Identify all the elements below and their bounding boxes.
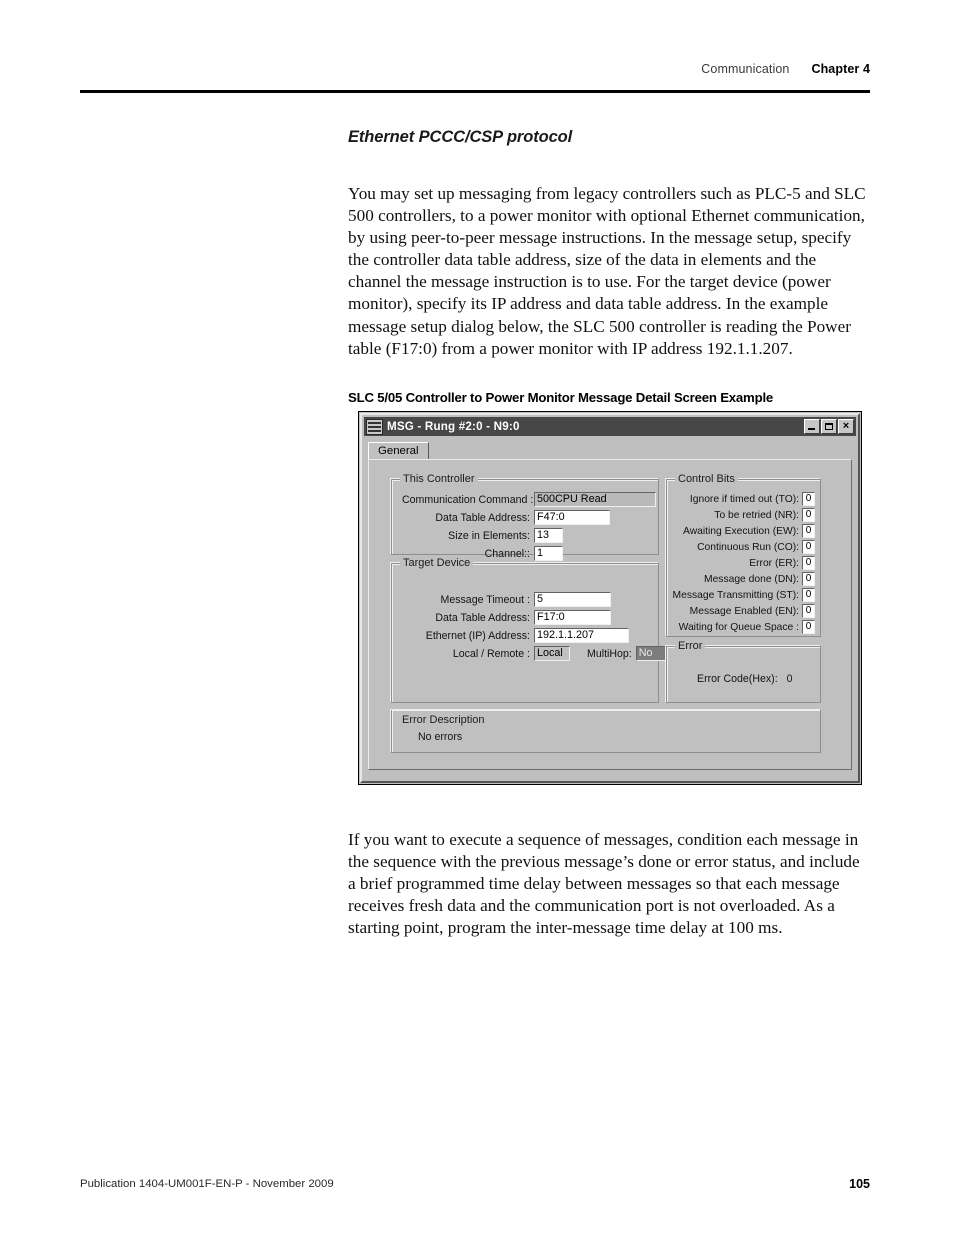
group-this-controller: This Controller Communication Command : … [391,473,659,561]
footer-page-number: 105 [849,1177,870,1191]
page-title: Ethernet PCCC/CSP protocol [348,128,573,146]
value-to-be-retried: 0 [802,508,815,522]
control-bit-row: Message Transmitting (ST): 0 [672,588,815,602]
field-ethernet-ip-address: Ethernet (IP) Address: 192.1.1.207 [402,628,629,643]
label-ethernet-ip-address: Ethernet (IP) Address: [425,629,530,642]
label-error-code: Error Code(Hex): [697,673,778,685]
field-controller-data-table-address: Data Table Address: F47:0 [402,510,610,525]
msg-block-icon [366,418,383,435]
value-communication-command: 500CPU Read [534,492,656,507]
label-message-timeout: Message Timeout : [440,593,531,606]
error-code-row: Error Code(Hex): 0 [697,673,793,685]
value-local-remote[interactable]: Local [534,646,570,661]
footer-publication: Publication 1404-UM001F-EN-P - November … [80,1178,334,1190]
header-rule [80,90,870,93]
group-title-this-controller: This Controller [400,473,478,485]
label-target-data-table-address: Data Table Address: [435,611,530,624]
input-size-in-elements[interactable]: 13 [534,528,563,543]
page-header: Communication Chapter 4 [80,62,870,96]
value-message-done: 0 [802,572,815,586]
label-to-be-retried: To be retried (NR): [714,509,799,521]
control-bit-row: Awaiting Execution (EW): 0 [672,524,815,538]
group-error: Error Error Code(Hex): 0 [666,640,821,703]
header-chapter-label: Chapter 4 [811,62,870,76]
label-controller-data-table-address: Data Table Address: [435,511,530,524]
field-multihop: MultiHop: No [587,646,668,661]
dialog-title: MSG - Rung #2:0 - N9:0 [387,420,520,433]
closing-paragraph: If you want to execute a sequence of mes… [348,829,860,938]
value-error-bit: 0 [802,556,815,570]
group-title-target-device: Target Device [400,557,474,569]
window-controls: × [804,419,854,434]
input-controller-data-table-address[interactable]: F47:0 [534,510,610,525]
control-bit-row: Continuous Run (CO): 0 [672,540,815,554]
dialog-titlebar[interactable]: MSG - Rung #2:0 - N9:0 × [364,417,856,436]
field-target-data-table-address: Data Table Address: F17:0 [402,610,611,625]
value-awaiting-execution: 0 [802,524,815,538]
input-channel[interactable]: 1 [534,546,563,561]
field-size-in-elements: Size in Elements: 13 [402,528,563,543]
intro-paragraph: You may set up messaging from legacy con… [348,184,866,358]
control-bit-row: Message Enabled (EN): 0 [672,604,815,618]
value-message-enabled: 0 [802,604,815,618]
group-title-error: Error [675,640,706,652]
group-title-control-bits: Control Bits [675,473,738,485]
figure-caption: SLC 5/05 Controller to Power Monitor Mes… [348,389,774,405]
label-local-remote: Local / Remote : [452,647,530,660]
label-message-transmitting: Message Transmitting (ST): [672,589,799,601]
control-bit-row: Ignore if timed out (TO): 0 [672,492,815,506]
dialog-tabstrip: General [368,441,852,461]
close-button[interactable]: × [838,419,854,434]
msg-detail-dialog: MSG - Rung #2:0 - N9:0 × General This Co… [358,411,862,785]
label-error-bit: Error (ER): [749,557,799,569]
maximize-button[interactable] [821,419,837,434]
label-size-in-elements: Size in Elements: [448,529,530,542]
value-waiting-for-queue-space: 0 [802,620,815,634]
input-message-timeout[interactable]: 5 [534,592,611,607]
field-communication-command: Communication Command : 500CPU Read [402,492,656,507]
group-error-description: Error Description No errors [391,710,821,753]
label-continuous-run: Continuous Run (CO): [697,541,799,553]
control-bit-row: To be retried (NR): 0 [672,508,815,522]
minimize-button[interactable] [804,419,820,434]
value-ignore-if-timed-out: 0 [802,492,815,506]
label-ignore-if-timed-out: Ignore if timed out (TO): [689,493,799,505]
control-bit-row: Waiting for Queue Space : 0 [672,620,815,634]
header-section-label: Communication [701,62,790,76]
field-message-timeout: Message Timeout : 5 [402,592,611,607]
value-message-transmitting: 0 [802,588,815,602]
control-bit-row: Error (ER): 0 [672,556,815,570]
group-target-device: Target Device Message Timeout : 5 Data T… [391,557,668,703]
error-description-text: No errors [418,731,463,743]
input-ethernet-ip-address[interactable]: 192.1.1.207 [534,628,629,643]
value-multihop[interactable]: No [635,646,668,661]
label-waiting-for-queue-space: Waiting for Queue Space : [678,621,799,633]
label-message-enabled: Message Enabled (EN): [689,605,799,617]
label-multihop: MultiHop: [587,647,632,660]
value-continuous-run: 0 [802,540,815,554]
control-bit-row: Message done (DN): 0 [672,572,815,586]
field-local-remote: Local / Remote : Local [402,646,570,661]
label-message-done: Message done (DN): [704,573,799,585]
header-breadcrumb: Communication Chapter 4 [701,62,870,76]
label-communication-command: Communication Command : [402,493,534,506]
label-awaiting-execution: Awaiting Execution (EW): [683,525,799,537]
input-target-data-table-address[interactable]: F17:0 [534,610,611,625]
group-title-error-description: Error Description [402,714,485,726]
group-control-bits: Control Bits Ignore if timed out (TO): 0… [666,473,821,637]
dialog-client-area: This Controller Communication Command : … [368,459,852,770]
value-error-code: 0 [786,673,793,685]
